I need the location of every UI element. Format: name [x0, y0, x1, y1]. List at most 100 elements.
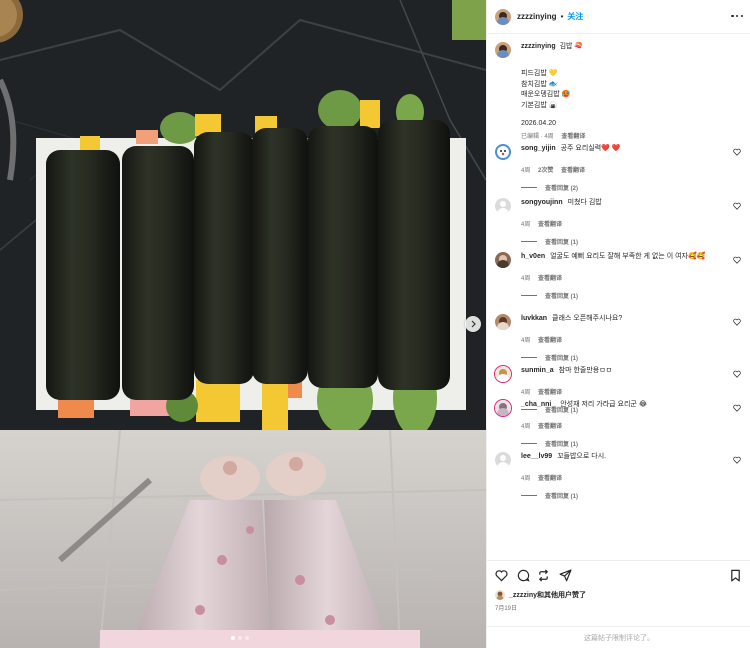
heart-icon[interactable]	[733, 370, 741, 378]
comment-icon[interactable]	[517, 569, 530, 582]
view-replies-button[interactable]: 查看回复 (1)	[521, 491, 743, 500]
comment-item: luvkkan 클래스 오픈해주시나요? 4周 查看翻译 查看回复 (1)	[495, 314, 743, 362]
chevron-right-icon	[471, 320, 476, 328]
comment-text: 얼굴도 예뻐 요리도 잘해 부족한 게 없는 이 여자🥰🥰	[550, 253, 706, 260]
comment-username[interactable]: _cha_nni_	[521, 401, 555, 408]
comment-username[interactable]: luvkkan	[521, 315, 547, 322]
comment-item: _cha_nni_ 안성재 저리 가라급 요리군 😂 4周 查看翻译 查看回复 …	[495, 400, 743, 448]
comment-username[interactable]: songyoujinn	[521, 199, 563, 206]
comment-age: 4周	[521, 338, 531, 344]
view-replies-label: 查看回复 (1)	[545, 240, 579, 246]
caption-line: 기본김밥 🍙	[521, 101, 558, 109]
view-replies-label: 查看回复 (1)	[545, 294, 579, 300]
comment-age: 4周	[521, 222, 531, 228]
liked-username[interactable]: _zzzziny	[509, 592, 537, 599]
separator-dot: •	[560, 12, 564, 21]
heart-icon[interactable]	[733, 148, 741, 156]
translate-link[interactable]: 查看翻译	[538, 390, 562, 396]
translate-link[interactable]: 查看翻译	[561, 168, 585, 174]
caption: zzzzinying 김밥 🍣 피드김밥 💛 참치김밥 🐟 매운오뎅김밥 🥵 기…	[495, 42, 743, 140]
view-replies-button[interactable]: 查看回复 (2)	[521, 183, 743, 192]
view-replies-button[interactable]: 查看回复 (1)	[521, 439, 743, 448]
comment-text: 클래스 오픈해주시나요?	[552, 315, 623, 322]
heart-icon[interactable]	[733, 404, 741, 412]
avatar[interactable]	[495, 366, 511, 382]
caption-title: 김밥 🍣	[559, 43, 584, 50]
caption-line: 매운오뎅김밥 🥵	[521, 91, 571, 98]
avatar[interactable]	[495, 314, 511, 330]
comment-item: lee__lv99 꼬들밥으로 다시. 4周 查看翻译 查看回复 (1)	[495, 452, 743, 500]
avatar[interactable]	[495, 400, 511, 416]
translate-link[interactable]: 查看翻译	[538, 424, 562, 430]
avatar[interactable]	[495, 198, 511, 214]
avatar[interactable]	[495, 144, 511, 160]
view-replies-label: 查看回复 (1)	[545, 442, 579, 448]
caption-date: 2026.04.20	[521, 120, 557, 127]
view-replies-button[interactable]: 查看回复 (1)	[521, 353, 743, 362]
translate-link[interactable]: 查看翻译	[561, 134, 585, 140]
comment-username[interactable]: song_yijin	[521, 145, 556, 152]
comments-disabled-notice: 这篇帖子限制评论了。	[487, 626, 750, 648]
share-icon[interactable]	[559, 569, 572, 582]
post-header: zzzzinying • 关注	[487, 0, 750, 34]
carousel-dot	[245, 636, 249, 640]
translate-link[interactable]: 查看翻译	[538, 276, 562, 282]
comment-username[interactable]: h_v0en	[521, 253, 545, 260]
caption-lines: 피드김밥 💛 참치김밥 🐟 매운오뎅김밥 🥵 기본김밥 🍙	[521, 69, 743, 111]
comment-text: 참마 한줄만용ㅁㅁ	[558, 367, 613, 374]
comment-thread[interactable]: zzzzinying 김밥 🍣 피드김밥 💛 참치김밥 🐟 매운오뎅김밥 🥵 기…	[487, 34, 750, 560]
comment-age: 4周	[521, 168, 531, 174]
view-replies-label: 查看回复 (1)	[545, 356, 579, 362]
view-replies-label: 查看回复 (1)	[545, 494, 579, 500]
carousel-dot	[231, 636, 235, 640]
comment-username[interactable]: sunmin_a	[521, 367, 554, 374]
post-side-panel: zzzzinying • 关注 zzzzinying 김밥 🍣 피드김밥 💛 참…	[486, 0, 750, 648]
caption-username[interactable]: zzzzinying	[521, 43, 556, 50]
translate-link[interactable]: 查看翻译	[538, 222, 562, 228]
comment-age: 4周	[521, 276, 531, 282]
comment-age: 4周	[521, 476, 531, 482]
view-replies-button[interactable]: 查看回复 (1)	[521, 237, 743, 246]
post-actions: _zzzziny 和其他用户赞了 7月19日	[487, 560, 750, 626]
avatar[interactable]	[495, 8, 511, 25]
repost-icon[interactable]	[537, 569, 550, 582]
comment-text: 안성재 저리 가라급 요리군 😂	[560, 401, 648, 408]
follow-button[interactable]: 关注	[567, 11, 583, 22]
heart-icon[interactable]	[733, 202, 741, 210]
heart-icon[interactable]	[733, 456, 741, 464]
comment-item: songyoujinn 미쳤다 김밥 4周 查看翻译 查看回复 (1)	[495, 198, 743, 246]
comment-age: 4周	[521, 390, 531, 396]
caption-line: 참치김밥 🐟	[521, 80, 558, 88]
comment-age: 4周	[521, 424, 531, 430]
more-icon[interactable]	[731, 14, 743, 19]
carousel-next-button[interactable]	[465, 316, 481, 332]
avatar[interactable]	[495, 452, 511, 468]
comment-item: h_v0en 얼굴도 예뻐 요리도 잘해 부족한 게 없는 이 여자🥰🥰 4周 …	[495, 252, 743, 300]
heart-icon[interactable]	[733, 256, 741, 264]
comment-item: song_yijin 공주 요리실력❤️ ❤️ 4周 2次赞 查看翻译 查看回复…	[495, 144, 743, 192]
comment-likes[interactable]: 2次赞	[538, 168, 553, 174]
kimbap-photo	[0, 0, 486, 648]
comment-username[interactable]: lee__lv99	[521, 453, 552, 460]
bookmark-icon[interactable]	[729, 569, 742, 582]
translate-link[interactable]: 查看翻译	[538, 338, 562, 344]
post-date[interactable]: 7月19日	[495, 603, 517, 612]
post-photo[interactable]	[0, 0, 486, 648]
comment-text: 미쳤다 김밥	[567, 199, 602, 206]
avatar[interactable]	[495, 252, 511, 268]
author-username[interactable]: zzzzinying	[517, 12, 557, 21]
comment-text: 공주 요리실력❤️ ❤️	[560, 145, 621, 152]
caption-line: 피드김밥 💛	[521, 70, 558, 77]
carousel-dots	[231, 636, 249, 640]
caption-edited: 已编辑 · 4周	[521, 134, 554, 140]
heart-icon[interactable]	[733, 318, 741, 326]
translate-link[interactable]: 查看翻译	[538, 476, 562, 482]
avatar[interactable]	[495, 42, 511, 58]
avatar[interactable]	[495, 590, 505, 600]
heart-icon[interactable]	[495, 569, 508, 582]
liked-suffix[interactable]: 和其他用户赞了	[537, 590, 586, 600]
liked-by: _zzzziny 和其他用户赞了	[495, 590, 586, 600]
view-replies-label: 查看回复 (2)	[545, 186, 579, 192]
view-replies-button[interactable]: 查看回复 (1)	[521, 291, 743, 300]
carousel-dot	[238, 636, 242, 640]
